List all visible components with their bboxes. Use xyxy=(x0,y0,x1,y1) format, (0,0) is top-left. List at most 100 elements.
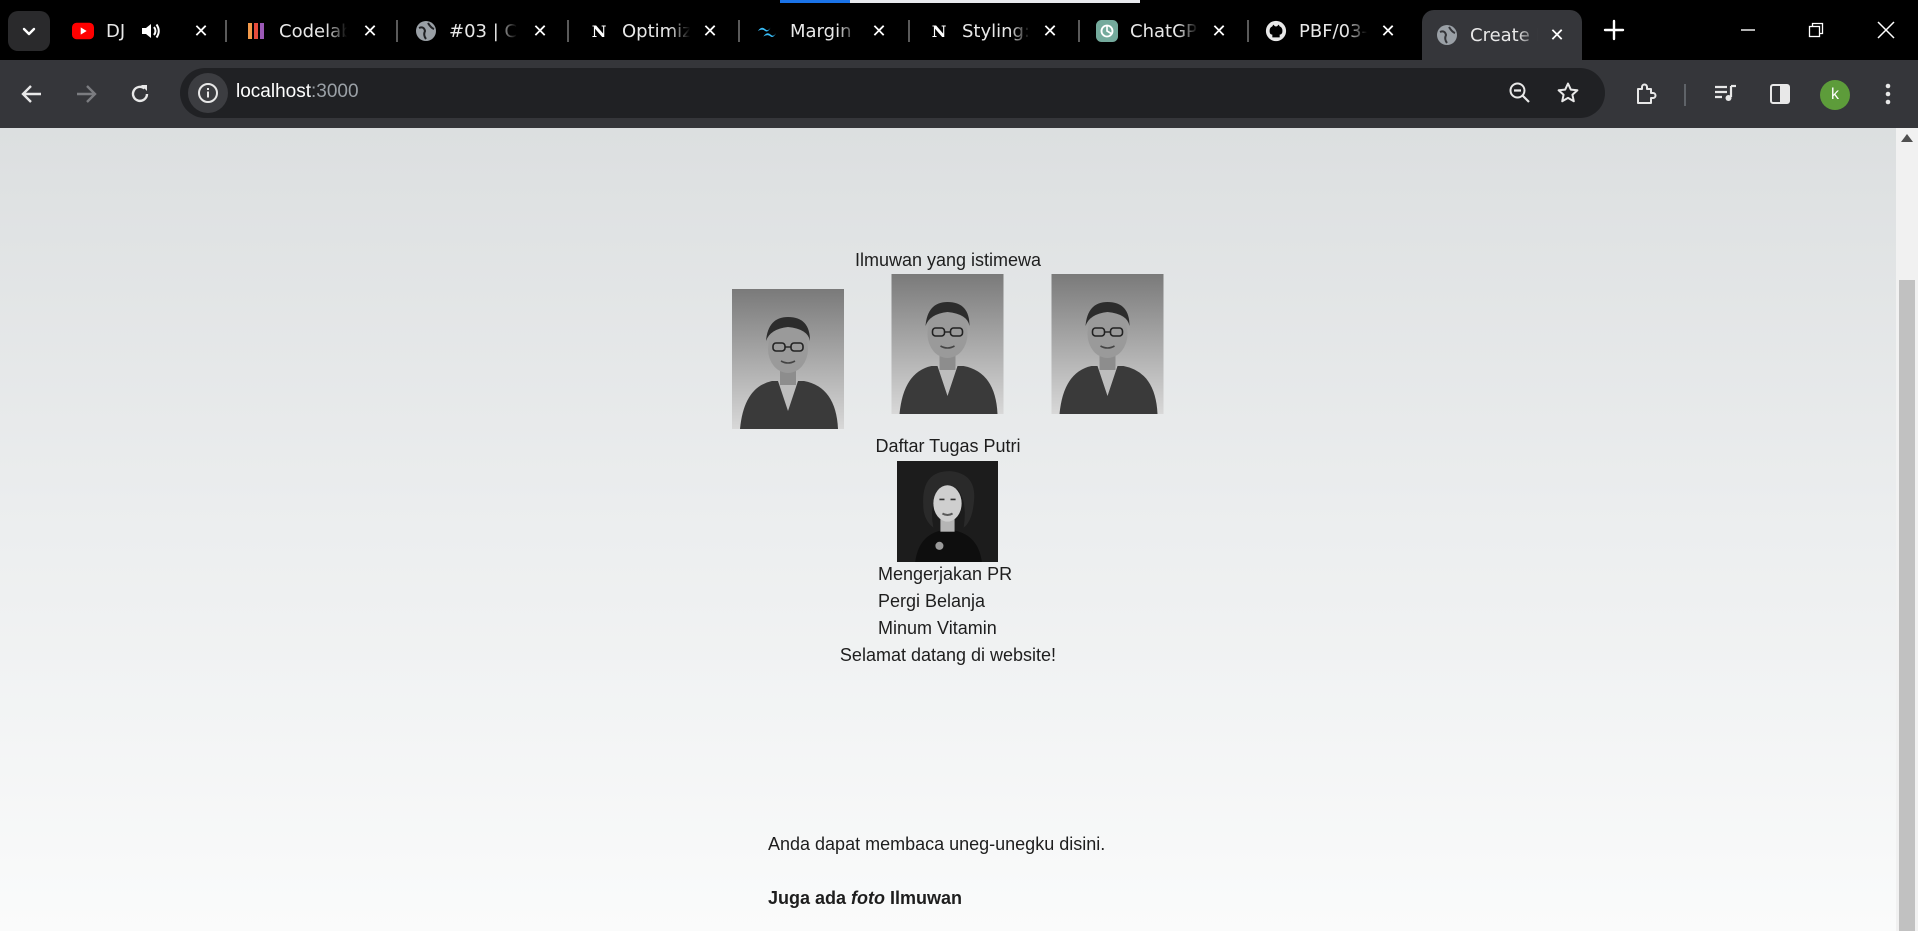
side-panel-icon xyxy=(1770,84,1790,104)
close-icon[interactable]: ✕ xyxy=(529,20,551,42)
scientist-photo-2 xyxy=(891,274,1004,414)
address-bar[interactable]: localhost:3000 xyxy=(180,68,1605,118)
speaker-icon[interactable] xyxy=(140,21,162,41)
tab-codelab[interactable]: Codelab ✕ xyxy=(245,10,381,52)
tab-loading-bar xyxy=(780,0,850,3)
footer-heading: Juga ada foto Ilmuwan xyxy=(768,888,962,909)
chevron-down-icon xyxy=(22,27,36,36)
globe-icon xyxy=(415,20,437,42)
tab-title: #03 | Co xyxy=(449,20,517,42)
kebab-menu-icon xyxy=(1885,83,1891,105)
footer-paragraph: Anda dapat membaca uneg-unegku disini. xyxy=(768,834,1106,854)
tab-separator xyxy=(396,20,398,42)
tab-styling[interactable]: N Styling: ✕ xyxy=(928,10,1061,52)
close-icon[interactable]: ✕ xyxy=(359,20,381,42)
footer-heading-suffix: Ilmuwan xyxy=(885,888,963,908)
tab-search-button[interactable] xyxy=(8,11,50,51)
tab-separator xyxy=(738,20,740,42)
tab-optimize[interactable]: N Optimiz ✕ xyxy=(588,10,721,52)
portrait-photo xyxy=(897,461,998,562)
scroll-up-arrow[interactable] xyxy=(1901,134,1913,142)
page-viewport: Ilmuwan yang istimewa Daftar Tugas Putri… xyxy=(0,128,1918,931)
gallery-heading: Ilmuwan yang istimewa xyxy=(854,250,1042,270)
browser-toolbar: localhost:3000 k xyxy=(0,60,1918,128)
close-icon[interactable]: ✕ xyxy=(1039,20,1061,42)
nextjs-icon: N xyxy=(931,21,947,41)
welcome-message: Selamat datang di website! xyxy=(839,645,1057,665)
tab-create-next-app[interactable]: Create N ✕ xyxy=(1422,10,1582,60)
url-text[interactable]: localhost:3000 xyxy=(236,81,359,103)
youtube-icon xyxy=(72,20,94,42)
tab-strip: DJ Pr ✕ Codelab ✕ #03 | Co ✕ N Optimiz ✕… xyxy=(0,0,1918,60)
url-host: localhost xyxy=(236,81,311,102)
footer-heading-emphasis: foto xyxy=(851,888,886,908)
queue-music-icon xyxy=(1715,84,1736,101)
arrow-right-icon xyxy=(77,85,97,103)
side-panel-button[interactable] xyxy=(1760,74,1800,114)
codelab-icon xyxy=(245,20,267,42)
tab-separator xyxy=(1078,20,1080,42)
profile-avatar[interactable]: k xyxy=(1820,80,1850,110)
tab-separator xyxy=(1247,20,1249,42)
restore-icon xyxy=(1808,22,1824,38)
close-icon[interactable]: ✕ xyxy=(699,20,721,42)
tab-chatgpt[interactable]: ChatGP ✕ xyxy=(1096,10,1230,52)
vertical-scrollbar[interactable] xyxy=(1896,128,1918,931)
tab-separator xyxy=(225,20,227,42)
close-window-button[interactable] xyxy=(1866,10,1906,50)
menu-button[interactable] xyxy=(1868,74,1908,114)
scientist-photo-3 xyxy=(1051,274,1164,414)
footer-heading-prefix: Juga ada xyxy=(768,888,852,908)
minimize-icon xyxy=(1741,29,1755,31)
close-icon[interactable]: ✕ xyxy=(1208,20,1230,42)
reload-icon xyxy=(131,85,149,103)
chatgpt-icon xyxy=(1096,20,1118,42)
tab-separator xyxy=(908,20,910,42)
site-info-button[interactable] xyxy=(188,73,228,113)
tab-title: DJ Pr xyxy=(106,20,132,42)
star-icon xyxy=(1557,82,1579,103)
tab-course[interactable]: #03 | Co ✕ xyxy=(415,10,551,52)
tab-title: PBF/03- xyxy=(1299,20,1367,42)
back-button[interactable] xyxy=(12,74,52,114)
minimize-button[interactable] xyxy=(1728,10,1768,50)
tab-loading-track xyxy=(850,0,1140,3)
url-port: :3000 xyxy=(311,81,359,102)
new-tab-button[interactable] xyxy=(1598,14,1630,46)
nextjs-icon: N xyxy=(591,21,607,41)
scientist-photo-1 xyxy=(732,289,844,429)
info-icon xyxy=(198,83,218,103)
reload-button[interactable] xyxy=(120,74,160,114)
tab-youtube[interactable]: DJ Pr ✕ xyxy=(72,10,212,52)
tab-title: ChatGP xyxy=(1130,20,1197,42)
tab-title: Optimiz xyxy=(622,20,690,42)
tab-title: Styling: xyxy=(962,20,1030,42)
bookmark-button[interactable] xyxy=(1548,73,1588,113)
globe-icon xyxy=(1436,24,1458,46)
close-icon[interactable]: ✕ xyxy=(190,20,212,42)
tab-margin[interactable]: Margin ✕ xyxy=(756,10,890,52)
restore-button[interactable] xyxy=(1796,10,1836,50)
github-icon xyxy=(1265,20,1287,42)
todo-item: Minum Vitamin xyxy=(878,618,997,638)
close-icon[interactable]: ✕ xyxy=(1546,24,1568,46)
close-icon xyxy=(1877,21,1895,39)
toolbar-divider xyxy=(1684,84,1686,106)
tab-title: Margin xyxy=(790,20,852,42)
puzzle-icon xyxy=(1637,83,1657,104)
zoom-button[interactable] xyxy=(1500,73,1540,113)
close-icon[interactable]: ✕ xyxy=(1377,20,1399,42)
tab-github[interactable]: PBF/03- ✕ xyxy=(1265,10,1399,52)
plus-icon xyxy=(1603,19,1625,41)
close-icon[interactable]: ✕ xyxy=(868,20,890,42)
arrow-left-icon xyxy=(21,85,41,103)
media-control-button[interactable] xyxy=(1706,74,1746,114)
tailwind-icon xyxy=(756,20,778,42)
forward-button[interactable] xyxy=(66,74,106,114)
extensions-button[interactable] xyxy=(1626,74,1666,114)
todo-heading: Daftar Tugas Putri xyxy=(875,436,1021,456)
todo-item: Pergi Belanja xyxy=(878,591,986,611)
tab-title: Create N xyxy=(1470,24,1538,46)
scroll-thumb[interactable] xyxy=(1899,280,1915,931)
todo-item: Mengerjakan PR xyxy=(878,564,1013,584)
